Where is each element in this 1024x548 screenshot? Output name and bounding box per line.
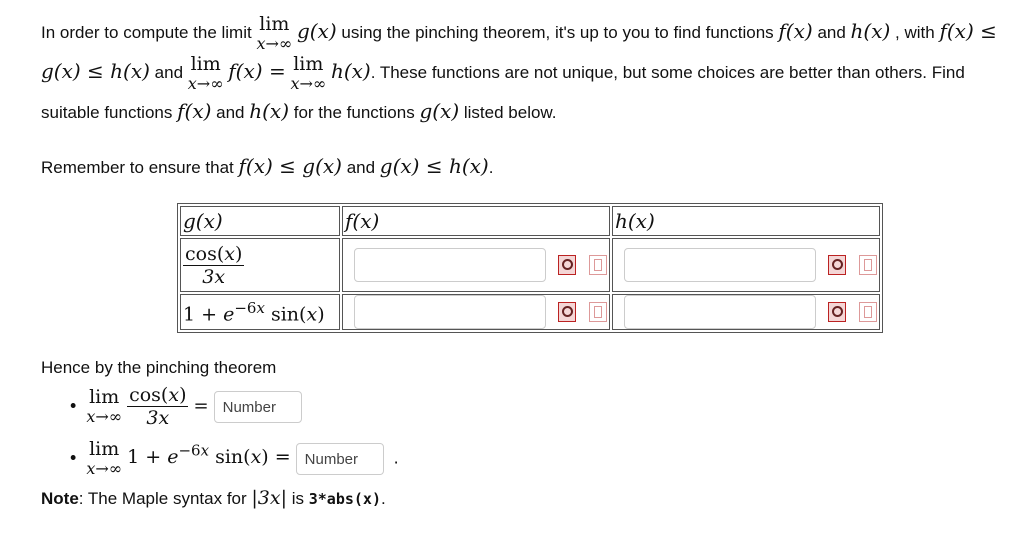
f-input-1[interactable] xyxy=(353,248,546,282)
header-f: f(x) xyxy=(342,206,610,236)
help-icon[interactable] xyxy=(589,255,607,275)
limit-item-2: • lim x→∞ 1 + e−6x sin(x) = Number . xyxy=(70,438,399,478)
limit-expression: lim x→∞ xyxy=(256,13,293,54)
remember-text: Remember to ensure that f(x) ≤ g(x) and … xyxy=(41,154,494,178)
hence-text: Hence by the pinching theorem xyxy=(41,358,277,377)
row1-h-cell xyxy=(612,238,880,292)
help-icon[interactable] xyxy=(859,255,877,275)
row2-f-cell xyxy=(342,294,610,330)
help-icon[interactable] xyxy=(859,302,877,322)
answer-input-2[interactable]: Number xyxy=(295,442,384,475)
preview-icon[interactable] xyxy=(558,255,577,275)
maple-code: 3*abs(x) xyxy=(308,490,381,508)
row2-g: 1 + e−6x sin(x) xyxy=(180,294,340,330)
h-input-2[interactable] xyxy=(623,295,816,329)
preview-icon[interactable] xyxy=(828,255,847,275)
limit-item-1: • lim x→∞ cos(x) 3x = Number xyxy=(70,384,302,429)
f-input-2[interactable] xyxy=(353,295,546,329)
function-table: g(x) f(x) h(x) cos(x) 3x 1 + e−6x sin(x) xyxy=(177,203,883,333)
header-h: h(x) xyxy=(612,206,880,236)
note: Note: The Maple syntax for |3x| is 3*abs… xyxy=(41,487,386,509)
h-input-1[interactable] xyxy=(623,248,816,282)
answer-input-1[interactable]: Number xyxy=(213,390,302,423)
preview-icon[interactable] xyxy=(828,302,847,322)
row1-f-cell xyxy=(342,238,610,292)
header-g: g(x) xyxy=(180,206,340,236)
row2-h-cell xyxy=(612,294,880,330)
intro-paragraph: In order to compute the limit lim x→∞ g(x… xyxy=(41,13,997,124)
preview-icon[interactable] xyxy=(558,302,577,322)
help-icon[interactable] xyxy=(589,302,607,322)
row1-g: cos(x) 3x xyxy=(180,238,340,292)
